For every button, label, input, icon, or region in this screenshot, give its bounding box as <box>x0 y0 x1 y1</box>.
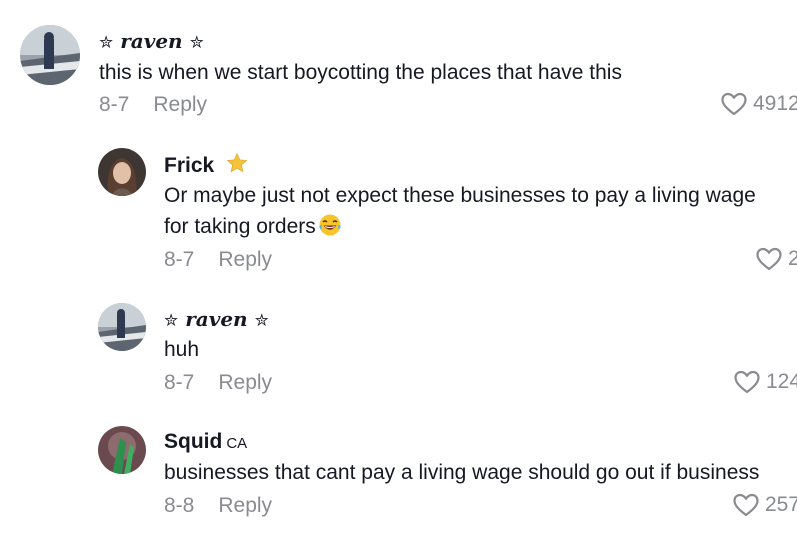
comment-text-fragment: for taking orders <box>164 215 316 238</box>
like-count: 2 <box>788 247 797 270</box>
pentagram-icon: ✮ <box>99 33 114 53</box>
reply-button[interactable]: Reply <box>218 494 272 517</box>
comment-meta: 8-7 Reply <box>164 248 272 272</box>
comment-text: businesses that cant pay a living wage s… <box>164 461 760 484</box>
region-badge: CA <box>226 435 248 452</box>
username[interactable]: Squid CA <box>164 430 247 456</box>
like-button[interactable]: 124 <box>734 370 797 394</box>
reply-button[interactable]: Reply <box>218 248 272 271</box>
avatar[interactable] <box>98 426 146 474</box>
like-count: 4912 <box>753 92 797 115</box>
like-button[interactable]: 257 <box>733 493 797 517</box>
avatar-photo-icon <box>20 25 80 85</box>
heart-outline-icon <box>734 370 760 394</box>
comment-date: 8-7 <box>99 93 130 116</box>
heart-outline-icon <box>756 247 782 271</box>
like-count: 257 <box>765 493 797 516</box>
pentagram-icon: ✮ <box>254 311 269 331</box>
heart-outline-icon <box>721 92 747 116</box>
username-label: raven <box>120 29 183 53</box>
like-button[interactable]: 2 <box>756 247 797 271</box>
heart-outline-icon <box>733 493 759 517</box>
comment-date: 8-8 <box>164 494 195 517</box>
laughing-tears-emoji <box>319 214 341 236</box>
username-label: Squid <box>164 430 223 453</box>
comment-meta: 8-7 Reply <box>99 93 207 117</box>
star-badge-icon <box>226 152 248 173</box>
comment-text-line: Or maybe just not expect these businesse… <box>164 184 756 207</box>
avatar[interactable] <box>20 25 80 85</box>
avatar[interactable] <box>98 303 146 351</box>
username[interactable]: ✮ raven ✮ <box>99 29 204 55</box>
reply-button[interactable]: Reply <box>153 93 207 116</box>
comment-text: huh <box>164 338 200 361</box>
comment-text: this is when we start boycotting the pla… <box>99 61 622 84</box>
comment-date: 8-7 <box>164 248 195 271</box>
like-button[interactable]: 4912 <box>721 92 797 116</box>
comment-meta: 8-8 Reply <box>164 494 272 518</box>
avatar-photo-icon <box>98 148 146 196</box>
reply-button[interactable]: Reply <box>218 371 272 394</box>
username-label: Frick <box>164 154 215 177</box>
avatar-photo-icon <box>98 426 146 474</box>
pentagram-icon: ✮ <box>164 311 179 331</box>
avatar-photo-icon <box>98 303 146 351</box>
avatar[interactable] <box>98 148 146 196</box>
pentagram-icon: ✮ <box>189 33 204 53</box>
comment-meta: 8-7 Reply <box>164 371 272 395</box>
username[interactable]: Frick <box>164 152 248 178</box>
comment-date: 8-7 <box>164 371 195 394</box>
comment-text-line: for taking orders <box>164 211 756 242</box>
comment-text: Or maybe just not expect these businesse… <box>164 180 756 242</box>
username[interactable]: ✮ raven ✮ <box>164 307 269 333</box>
like-count: 124 <box>766 370 797 393</box>
username-label: raven <box>185 307 248 331</box>
